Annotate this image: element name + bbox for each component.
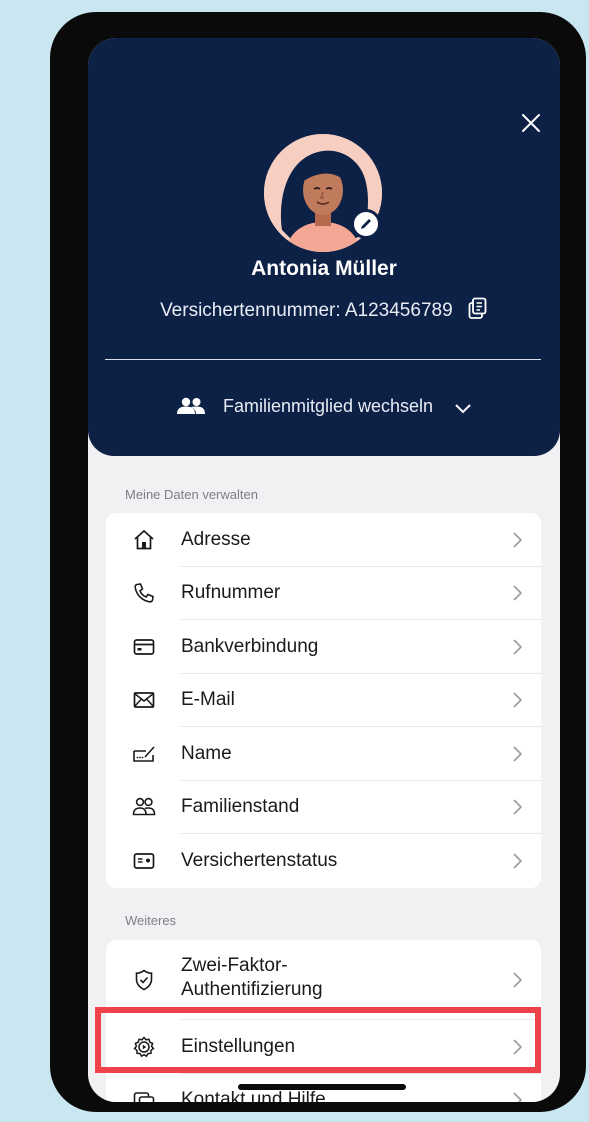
- menu-item-label: Rufnummer: [181, 582, 281, 604]
- copy-icon[interactable]: [468, 297, 488, 319]
- home-indicator[interactable]: [238, 1084, 406, 1090]
- shield-check-icon: [135, 969, 153, 991]
- menu-item-label: Zwei-Faktor- Authentifizierung: [181, 955, 323, 1000]
- menu-item-insurance-status[interactable]: Versichertenstatus: [106, 834, 541, 888]
- menu-item-address[interactable]: Adresse: [106, 513, 541, 567]
- chevron-right-icon: [513, 799, 523, 815]
- insurance-number: Versichertennummer: A123456789: [160, 300, 453, 321]
- app-screen: Antonia Müller Versichertennummer: A1234…: [88, 38, 560, 1102]
- insurance-number-line: Versichertennummer: A123456789: [88, 297, 560, 322]
- family-icon: [176, 397, 205, 414]
- menu-item-label: E-Mail: [181, 689, 235, 711]
- chevron-right-icon: [513, 853, 523, 869]
- highlight-box: [95, 1007, 541, 1073]
- family-switch-label: Familienmitglied wechseln: [222, 396, 434, 416]
- menu-item-label: Versichertenstatus: [181, 849, 338, 871]
- chevron-right-icon: [513, 1092, 523, 1102]
- menu-item-label: Familienstand: [181, 796, 300, 818]
- chevron-down-icon: [455, 404, 471, 414]
- menu-item-marital-status[interactable]: Familienstand: [106, 781, 541, 834]
- phone-icon: [134, 583, 154, 603]
- profile-header: Antonia Müller Versichertennummer: A1234…: [88, 38, 560, 456]
- close-icon[interactable]: [518, 110, 544, 136]
- menu-item-phone[interactable]: Rufnummer: [106, 567, 541, 620]
- chevron-right-icon: [513, 532, 523, 548]
- menu-item-name[interactable]: Name: [106, 727, 541, 781]
- menu-item-label: Kontakt und Hilfe: [181, 1089, 326, 1102]
- my-data-card: Adresse Rufnummer Bankverbindung E-Mail …: [106, 513, 541, 888]
- menu-item-label: Bankverbindung: [181, 635, 319, 657]
- menu-item-label: Adresse: [181, 528, 251, 550]
- chevron-right-icon: [513, 692, 523, 708]
- id-card-icon: [133, 852, 155, 869]
- chevron-right-icon: [513, 972, 523, 988]
- menu-item-bank[interactable]: Bankverbindung: [106, 620, 541, 674]
- menu-item-label: Name: [181, 742, 232, 764]
- credit-card-icon: [133, 638, 155, 655]
- menu-item-email[interactable]: E-Mail: [106, 674, 541, 727]
- chevron-right-icon: [513, 585, 523, 601]
- people-icon: [132, 798, 156, 816]
- home-icon: [134, 529, 154, 550]
- section-title-my-data: Meine Daten verwalten: [125, 487, 258, 502]
- signature-icon: [133, 746, 155, 762]
- pencil-icon: [361, 219, 371, 229]
- chevron-right-icon: [513, 746, 523, 762]
- chat-icon: [133, 1092, 155, 1102]
- section-title-more: Weiteres: [125, 913, 177, 928]
- family-switch-button[interactable]: Familienmitglied wechseln: [88, 396, 560, 417]
- header-divider: [105, 359, 541, 360]
- user-name: Antonia Müller: [251, 257, 397, 280]
- chevron-right-icon: [513, 639, 523, 655]
- edit-avatar-button[interactable]: [351, 209, 381, 239]
- mail-icon: [133, 692, 155, 709]
